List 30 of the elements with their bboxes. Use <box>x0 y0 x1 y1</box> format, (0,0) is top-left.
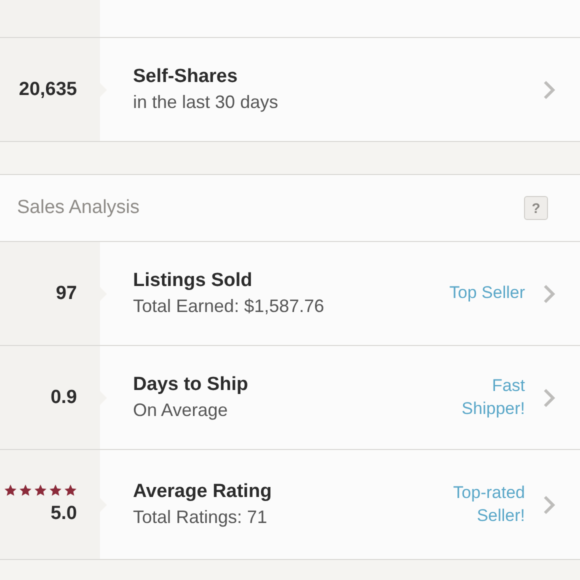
stat-value: 0.9 <box>50 386 77 408</box>
stat-row[interactable]: 20,635 Self-Shares in the last 30 days <box>0 38 580 142</box>
seller-label: Top Seller <box>448 282 525 304</box>
seller-label: Fast Shipper! <box>460 374 525 420</box>
stat-subtitle: Total Ratings: 71 <box>133 507 268 528</box>
stat-title: Average Rating <box>133 481 273 503</box>
stat-subtitle: On Average <box>133 400 229 421</box>
stat-value: 97 <box>56 282 77 304</box>
stat-value: 5.0 <box>50 503 77 525</box>
chevron-right-icon <box>543 494 555 514</box>
stat-subtitle: in the last 30 days <box>133 92 280 113</box>
star-icon <box>64 484 77 497</box>
stat-title: Self-Shares <box>133 66 239 88</box>
stat-row[interactable] <box>0 0 580 38</box>
stat-subtitle: Total Earned: $1,587.76 <box>133 296 326 317</box>
stat-title: Listings Sold <box>133 270 254 292</box>
stat-value: 20,635 <box>18 78 77 100</box>
chevron-right-icon <box>543 80 555 100</box>
section-title: Sales Analysis <box>17 197 140 219</box>
star-icon <box>4 484 17 497</box>
chevron-right-icon <box>543 388 555 408</box>
star-icon <box>19 484 32 497</box>
star-icon <box>34 484 47 497</box>
stat-title: Days to Ship <box>133 374 250 396</box>
seller-label: Top-rated Seller! <box>452 482 525 526</box>
stat-row[interactable]: 0.9 Days to Ship On Average Fast Shipper! <box>0 346 580 450</box>
chevron-right-icon <box>543 284 555 304</box>
star-icon <box>49 484 62 497</box>
stat-row[interactable]: 97 Listings Sold Total Earned: $1,587.76 Top Seller <box>0 242 580 346</box>
stat-row[interactable]: 5.0 Average Rating Total Ratings: 71 Top-rated Seller! <box>0 450 580 560</box>
